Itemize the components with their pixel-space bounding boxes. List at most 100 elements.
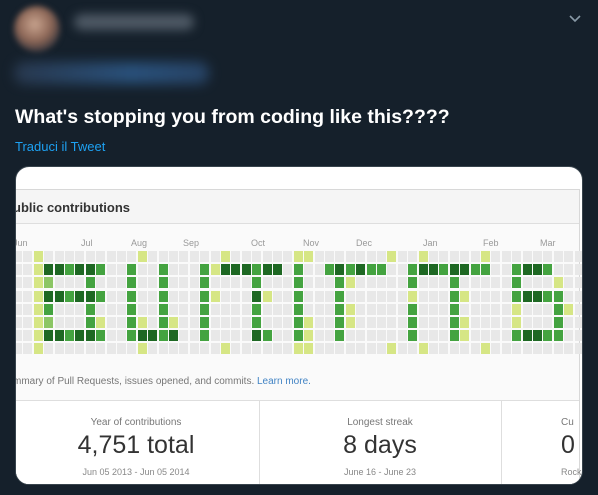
chevron-down-icon[interactable]: [568, 12, 582, 26]
contribution-cell: [293, 330, 303, 342]
contribution-cell: [200, 264, 210, 276]
contribution-cell: [501, 251, 511, 262]
contribution-cell: [574, 277, 582, 289]
contribution-cell: [179, 251, 189, 262]
contribution-cell: [314, 330, 324, 342]
contribution-cell: [564, 290, 574, 302]
contribution-cell: [200, 330, 210, 342]
contribution-grid: [16, 251, 582, 363]
contribution-cell: [231, 251, 241, 262]
contribution-cell: [221, 277, 230, 289]
contribution-cell: [460, 290, 470, 302]
contribution-cell: [387, 277, 397, 289]
contribution-cell: [314, 343, 324, 355]
contribution-cell: [574, 251, 582, 262]
contribution-cell: [304, 277, 314, 289]
contribution-cell: [158, 264, 168, 276]
contribution-cell: [54, 343, 64, 355]
contribution-cell: [169, 303, 178, 315]
contribution-cell: [179, 303, 189, 315]
contribution-cell: [564, 264, 574, 276]
contribution-cell: [356, 264, 366, 276]
contribution-cell: [75, 303, 85, 315]
stat-current-streak: Cu 0 Rock: [501, 401, 582, 484]
contribution-cell: [137, 343, 147, 355]
contribution-cell: [273, 330, 282, 342]
contribution-cell: [252, 330, 262, 342]
contribution-cell: [418, 303, 428, 315]
contribution-cell: [169, 277, 178, 289]
contribution-cell: [117, 303, 126, 315]
contribution-cell: [460, 277, 470, 289]
contribution-cell: [366, 330, 376, 342]
contribution-cell: [241, 290, 251, 302]
contributions-title: ublic contributions: [15, 200, 130, 215]
contribution-cell: [429, 264, 438, 276]
contribution-cell: [241, 264, 251, 276]
contribution-cell: [85, 290, 95, 302]
contribution-cell: [356, 317, 366, 328]
contribution-cell: [221, 317, 230, 328]
contribution-cell: [210, 303, 220, 315]
contribution-cell: [252, 343, 262, 355]
contribution-cell: [439, 290, 449, 302]
contribution-cell: [200, 251, 210, 262]
tweet-media-image[interactable]: ublic contributions Jun Jul Aug Sep Oct …: [15, 166, 583, 485]
contribution-cell: [501, 343, 511, 355]
blurred-author-name: [74, 14, 194, 30]
contribution-cell: [75, 290, 85, 302]
contribution-cell: [418, 317, 428, 328]
contribution-cell: [449, 303, 459, 315]
contribution-cell: [117, 264, 126, 276]
contribution-cell: [23, 264, 33, 276]
contribution-cell: [314, 290, 324, 302]
contribution-cell: [117, 277, 126, 289]
contribution-cell: [179, 330, 189, 342]
contribution-cell: [470, 303, 480, 315]
contribution-cell: [501, 330, 511, 342]
contribution-cell: [158, 343, 168, 355]
month-label: Jun: [16, 238, 28, 248]
contribution-cell: [512, 303, 522, 315]
avatar[interactable]: [14, 6, 60, 52]
contribution-cell: [564, 330, 574, 342]
contribution-cell: [429, 330, 438, 342]
contribution-cell: [408, 251, 418, 262]
contribution-cell: [127, 330, 137, 342]
contribution-cell: [33, 251, 43, 262]
contribution-cell: [325, 303, 334, 315]
contribution-cell: [262, 303, 272, 315]
contribution-cell: [408, 330, 418, 342]
contribution-cell: [85, 277, 95, 289]
contribution-cell: [439, 277, 449, 289]
contribution-cell: [512, 317, 522, 328]
stat-range: Jun 05 2013 - Jun 05 2014: [82, 467, 190, 477]
learn-more-link[interactable]: Learn more.: [257, 376, 311, 387]
contribution-cell: [54, 290, 64, 302]
contribution-cell: [262, 251, 272, 262]
contribution-cell: [366, 303, 376, 315]
contribution-cell: [65, 317, 74, 328]
contribution-cell: [553, 343, 563, 355]
contribution-cell: [543, 343, 553, 355]
contribution-cell: [491, 277, 501, 289]
contribution-cell: [293, 317, 303, 328]
contribution-cell: [429, 317, 438, 328]
contribution-cell: [553, 330, 563, 342]
translate-tweet-link[interactable]: Traduci il Tweet: [15, 139, 105, 154]
contribution-cell: [65, 343, 74, 355]
contribution-cell: [314, 264, 324, 276]
contribution-cell: [231, 290, 241, 302]
contribution-cell: [85, 343, 95, 355]
contribution-cell: [283, 251, 293, 262]
contribution-cell: [252, 303, 262, 315]
contribution-cell: [533, 317, 542, 328]
contribution-cell: [16, 343, 22, 355]
contribution-cell: [335, 277, 345, 289]
contribution-cell: [325, 264, 334, 276]
month-labels: Jun Jul Aug Sep Oct Nov Dec Jan Feb Mar: [16, 238, 579, 250]
contribution-cell: [366, 343, 376, 355]
contribution-cell: [491, 330, 501, 342]
contribution-cell: [106, 303, 116, 315]
contribution-cell: [54, 251, 64, 262]
